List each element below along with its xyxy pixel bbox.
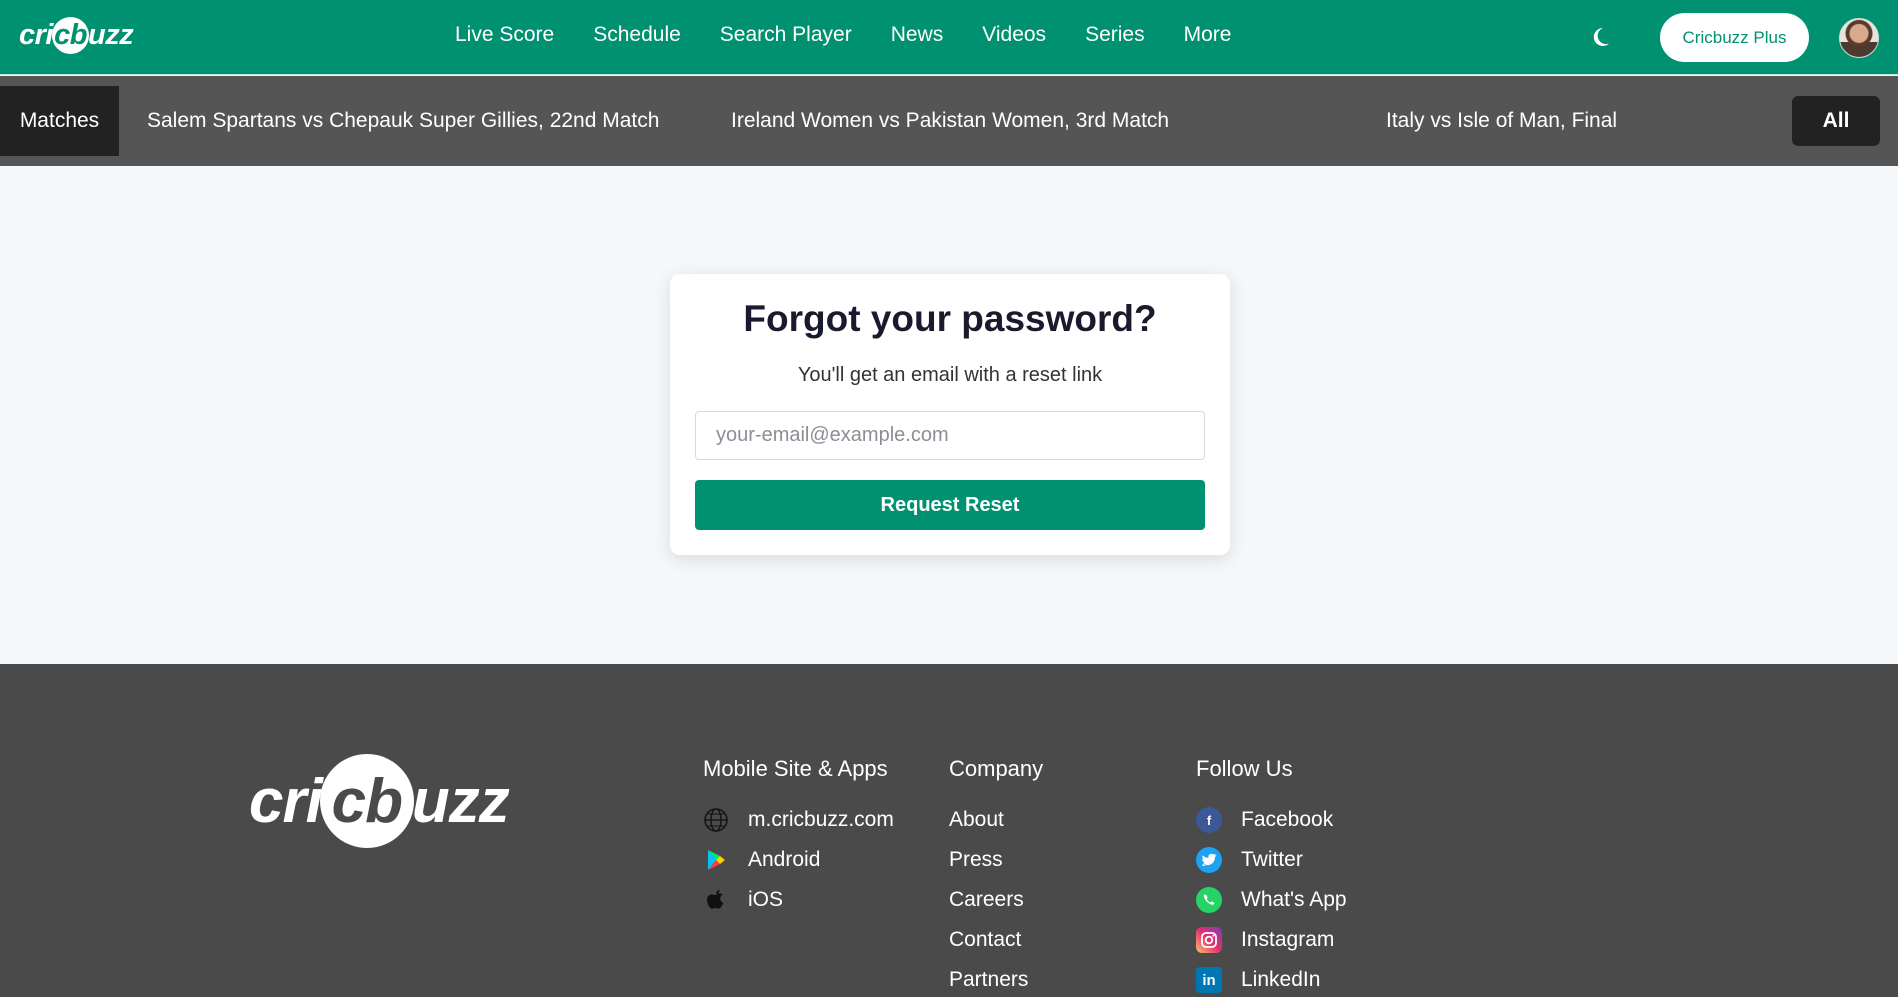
match-item-3[interactable]: Italy vs Isle of Man, Final [1386, 86, 1617, 156]
nav-news[interactable]: News [891, 23, 944, 47]
facebook-icon: f [1196, 807, 1222, 833]
nav-videos[interactable]: Videos [982, 23, 1046, 47]
nav-live-score[interactable]: Live Score [455, 23, 554, 47]
apple-icon [707, 889, 724, 909]
logo-text-left: cri [19, 19, 53, 51]
matches-tab[interactable]: Matches [0, 86, 119, 156]
main-nav: Live Score Schedule Search Player News V… [455, 0, 1231, 70]
footer-logo-text-right: uzz [411, 766, 510, 836]
nav-series[interactable]: Series [1085, 23, 1145, 47]
follow-heading: Follow Us [1196, 756, 1293, 781]
page-subtitle: You'll get an email with a reset link [797, 364, 1103, 386]
footer-company-column: Company About Press Careers Contact Part… [949, 756, 1043, 997]
nav-search-player[interactable]: Search Player [720, 23, 852, 47]
link-ios[interactable]: iOS [703, 880, 894, 920]
link-contact[interactable]: Contact [949, 920, 1043, 960]
email-field[interactable] [695, 411, 1205, 460]
link-instagram[interactable]: Instagram [1196, 920, 1347, 960]
user-avatar[interactable] [1839, 18, 1879, 58]
footer: cri cb uzz Mobile Site & Apps m.cricbuzz… [0, 664, 1898, 997]
footer-logo-text-left: cri [249, 766, 323, 836]
request-reset-button[interactable]: Request Reset [695, 480, 1205, 530]
cricbuzz-logo[interactable]: cri cb uzz [19, 17, 134, 54]
link-mobile-site[interactable]: m.cricbuzz.com [703, 800, 894, 840]
linkedin-icon: in [1196, 967, 1222, 993]
link-label: LinkedIn [1241, 968, 1321, 991]
cricbuzz-plus-button[interactable]: Cricbuzz Plus [1660, 13, 1809, 62]
link-label: What's App [1241, 888, 1347, 911]
link-label: Facebook [1241, 808, 1334, 831]
footer-follow-column: Follow Us f Facebook Twitter What's App … [1196, 756, 1347, 997]
link-press[interactable]: Press [949, 840, 1043, 880]
link-about[interactable]: About [949, 800, 1043, 840]
twitter-icon [1196, 847, 1222, 873]
link-partners[interactable]: Partners [949, 960, 1043, 997]
footer-cricbuzz-logo[interactable]: cri cb uzz [249, 754, 510, 848]
top-navbar: cri cb uzz Live Score Schedule Search Pl… [0, 0, 1898, 75]
nav-schedule[interactable]: Schedule [593, 23, 681, 47]
logo-text-right: uzz [87, 19, 134, 51]
globe-icon [704, 808, 728, 832]
play-store-icon [708, 850, 725, 870]
link-whatsapp[interactable]: What's App [1196, 880, 1347, 920]
link-label: Twitter [1241, 848, 1303, 871]
link-label: iOS [748, 888, 784, 911]
page-title: Forgot your password? [743, 298, 1157, 339]
match-item-1[interactable]: Salem Spartans vs Chepauk Super Gillies,… [147, 86, 659, 156]
link-label: Instagram [1241, 928, 1335, 951]
link-twitter[interactable]: Twitter [1196, 840, 1347, 880]
footer-logo-ball: cb [319, 754, 414, 848]
company-heading: Company [949, 756, 1044, 781]
link-facebook[interactable]: f Facebook [1196, 800, 1347, 840]
instagram-icon [1196, 927, 1222, 953]
link-label: m.cricbuzz.com [748, 808, 894, 831]
apps-heading: Mobile Site & Apps [703, 756, 888, 781]
dark-mode-moon-icon[interactable] [1588, 25, 1612, 49]
all-matches-button[interactable]: All [1792, 96, 1880, 146]
match-item-2[interactable]: Ireland Women vs Pakistan Women, 3rd Mat… [731, 86, 1169, 156]
link-careers[interactable]: Careers [949, 880, 1043, 920]
forgot-password-card: Forgot your password? You'll get an emai… [670, 274, 1230, 555]
match-strip: Matches Salem Spartans vs Chepauk Super … [0, 76, 1898, 166]
link-linkedin[interactable]: in LinkedIn [1196, 960, 1347, 997]
link-label: Android [748, 848, 821, 871]
logo-ball: cb [51, 17, 89, 54]
link-android[interactable]: Android [703, 840, 894, 880]
whatsapp-icon [1196, 887, 1222, 913]
footer-apps-column: Mobile Site & Apps m.cricbuzz.com Androi… [703, 756, 894, 920]
nav-more[interactable]: More [1184, 23, 1232, 47]
